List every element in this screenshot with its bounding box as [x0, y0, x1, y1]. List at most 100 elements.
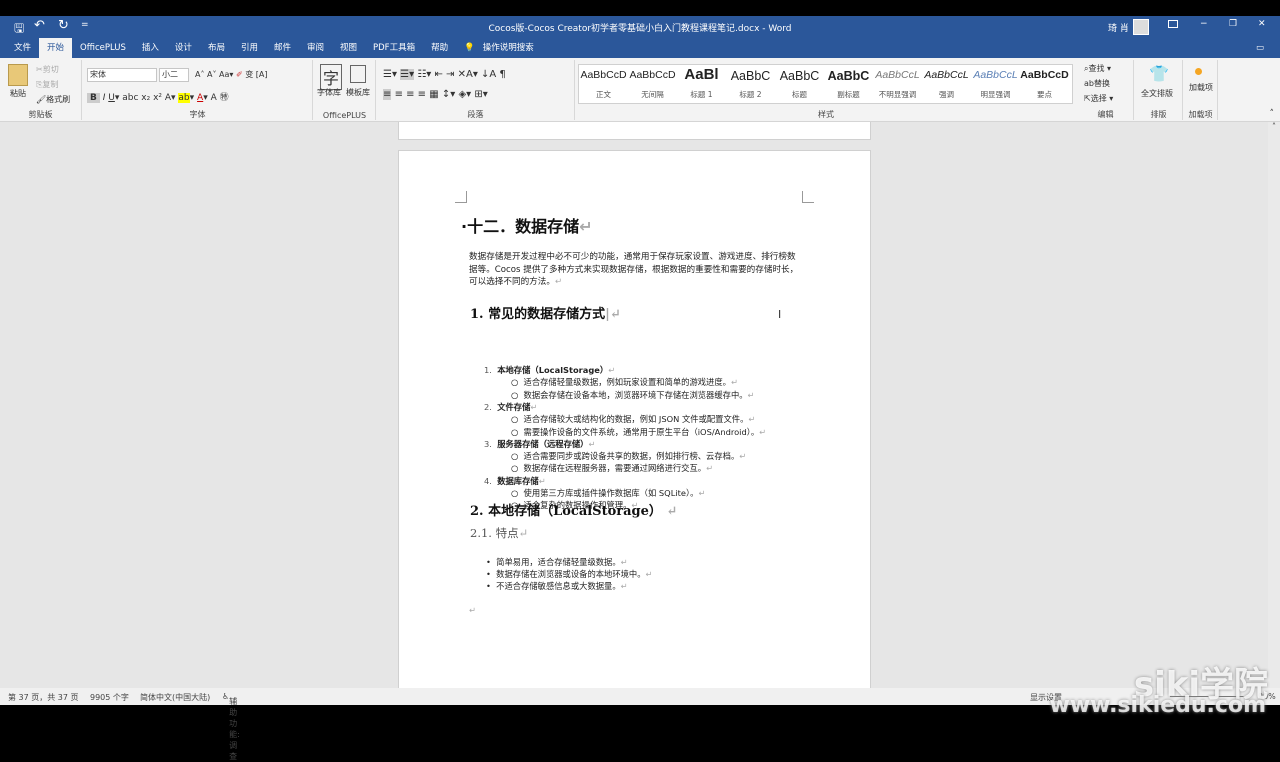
- language[interactable]: 简体中文(中国大陆): [140, 692, 210, 703]
- alignment-buttons[interactable]: ≡ ≡ ≡ ≡ ▦ ↕▾ ◈▾ ⊞▾: [383, 89, 488, 100]
- heading-local-storage: 2. 本地存储（LocalStorage） ↵: [470, 504, 678, 519]
- tab-view[interactable]: 视图: [332, 38, 365, 58]
- intro-paragraph: 数据存储是开发过程中必不可少的功能，通常用于保存玩家设置、游戏进度、排行榜数据等…: [469, 252, 799, 287]
- scissors-icon: ✂: [36, 65, 43, 74]
- select-label: 选择: [1090, 94, 1107, 103]
- replace-button[interactable]: ab替换: [1084, 78, 1110, 89]
- maximize-button[interactable]: ❐: [1229, 19, 1237, 29]
- avatar[interactable]: [1133, 19, 1149, 35]
- page-count[interactable]: 第 37 页，共 37 页: [8, 692, 79, 703]
- vertical-scrollbar[interactable]: ˄: [1268, 122, 1280, 688]
- style-sample: AaBbCcL: [875, 69, 920, 81]
- tab-layout[interactable]: 布局: [200, 38, 233, 58]
- style-subtitle[interactable]: AaBbC 副标题: [824, 65, 873, 103]
- template-icon[interactable]: [350, 65, 366, 83]
- style-name: 强调: [939, 90, 954, 99]
- close-button[interactable]: ✕: [1258, 19, 1266, 29]
- previous-page: [398, 122, 871, 140]
- style-emphasis[interactable]: AaBbCcL 强调: [922, 65, 971, 103]
- sub-item-text: 使用第三方库或插件操作数据库（如 SQLite）。: [523, 488, 699, 498]
- tab-design[interactable]: 设计: [167, 38, 200, 58]
- style-name: 明显强调: [980, 90, 1011, 99]
- style-title[interactable]: AaBbC 标题: [775, 65, 824, 103]
- shirt-icon[interactable]: 👕: [1149, 64, 1169, 83]
- full-layout-button[interactable]: 全文排版: [1141, 88, 1173, 99]
- style-intense-emphasis[interactable]: AaBbCcL 明显强调: [971, 65, 1020, 103]
- style-heading-2[interactable]: AaBbC 标题 2: [726, 65, 775, 103]
- list-title: 本地存储（LocalStorage）: [497, 365, 609, 375]
- word-count[interactable]: 9905 个字: [90, 692, 129, 703]
- heading-text: 2.1. 特点: [470, 526, 519, 540]
- style-sample: AaBbCcL: [973, 69, 1018, 81]
- tab-review[interactable]: 审阅: [299, 38, 332, 58]
- addins-group: 加载项 加载项: [1184, 60, 1218, 120]
- style-no-spacing[interactable]: AaBbCcD 无间隔: [628, 65, 677, 103]
- style-sample: AaBbCcD: [580, 69, 627, 81]
- list-number: 2.: [484, 401, 492, 412]
- minimize-button[interactable]: −: [1200, 19, 1208, 29]
- sub-item-text: 适合需要同步或跨设备共享的数据，例如排行榜、云存档。: [523, 451, 740, 462]
- template-library-button[interactable]: 模板库: [346, 87, 370, 98]
- style-sample: AaBbC: [779, 69, 820, 83]
- find-button[interactable]: ⌕查找 ▾: [1084, 63, 1111, 74]
- feature-text: 不适合存储敏感信息或大数据量。: [496, 581, 621, 591]
- comments-icon[interactable]: ▭: [1248, 38, 1272, 58]
- document-page[interactable]: ·十二．数据存储↵ 数据存储是开发过程中必不可少的功能，通常用于保存玩家设置、游…: [398, 150, 871, 688]
- paste-button[interactable]: 粘贴: [10, 88, 26, 99]
- style-sample: AaBbC: [827, 69, 870, 83]
- tab-mailings[interactable]: 邮件: [266, 38, 299, 58]
- text-cursor-icon: I: [778, 308, 782, 321]
- watermark-url: www.sikiedu.com: [1049, 693, 1267, 718]
- list-title: 数据库存储: [497, 475, 539, 486]
- paragraph-label: 段落: [467, 110, 484, 119]
- heading-text: 1. 常见的数据存储方式: [470, 307, 606, 322]
- title-bar: 🖫 ↶ ↻ = Cocos版-Cocos Creator初学者零基础小白入门教程…: [0, 16, 1280, 38]
- copy-label: 复制: [42, 80, 59, 89]
- list-number: 3.: [484, 438, 492, 449]
- style-strong[interactable]: AaBbCcD 要点: [1020, 65, 1069, 103]
- tab-home[interactable]: 开始: [39, 38, 73, 58]
- user-name[interactable]: 琦 肖: [1108, 21, 1129, 34]
- font-format-buttons[interactable]: B I U▾ abc x₂ x² A▾ ab▾ A▾ A ㊕: [87, 90, 229, 103]
- tab-help[interactable]: 帮助: [423, 38, 456, 58]
- copy-button[interactable]: ⎘复制: [36, 79, 58, 90]
- style-heading-1[interactable]: AaBl 标题 1: [677, 65, 726, 103]
- tab-pdf-tools[interactable]: PDF工具箱: [365, 38, 423, 58]
- cut-button[interactable]: ✂剪切: [36, 64, 59, 75]
- accessibility-status[interactable]: ♿ 辅助功能: 调查: [222, 692, 240, 761]
- addin-icon[interactable]: [1195, 68, 1202, 75]
- brush-icon: 🖌: [36, 95, 47, 104]
- paste-icon[interactable]: [8, 64, 28, 86]
- sub-list-item: ○ 适合需要同步或跨设备共享的数据，例如排行榜、云存档。↵: [511, 451, 747, 462]
- style-normal[interactable]: AaBbCcD 正文: [579, 65, 628, 103]
- styles-label: 样式: [818, 110, 834, 119]
- sub-list-item: ○ 数据会存储在设备本地，浏览器环境下存储在浏览器缓存中。↵: [511, 389, 755, 400]
- font-grow-shrink-buttons[interactable]: A˄ A˅ Aa▾ ✐ 变 [A]: [195, 69, 267, 80]
- format-painter-button[interactable]: 🖌格式刷: [36, 94, 70, 105]
- list-buttons[interactable]: ☰▾ ☰▾ ☷▾ ⇤ ⇥ ✕A▾ ↓A ¶: [383, 69, 506, 80]
- collapse-ribbon-icon[interactable]: ˄: [1270, 109, 1275, 119]
- editing-label: 编辑: [1097, 110, 1114, 119]
- lightbulb-icon: 💡: [464, 43, 475, 53]
- tell-me-search[interactable]: 操作说明搜索: [483, 38, 542, 58]
- tab-officeplus[interactable]: OfficePLUS: [72, 38, 134, 58]
- select-button[interactable]: ⇱选择 ▾: [1084, 93, 1113, 104]
- officeplus-group: 字 字体库 模板库 OfficePLUS: [314, 60, 376, 120]
- style-sample: AaBbCcD: [629, 69, 676, 81]
- font-size-select[interactable]: 小二: [159, 68, 189, 82]
- sub-list-item: ○ 适合存储较大或结构化的数据，例如 JSON 文件或配置文件。↵: [511, 414, 756, 425]
- heading-text: 2. 本地存储（LocalStorage）: [470, 504, 662, 519]
- style-subtle-emphasis[interactable]: AaBbCcL 不明显强调: [873, 65, 922, 103]
- list-number: 4.: [484, 475, 492, 486]
- tab-insert[interactable]: 插入: [134, 38, 167, 58]
- list-item: 1. 本地存储（LocalStorage）↵: [484, 365, 616, 375]
- tab-file[interactable]: 文件: [6, 38, 39, 58]
- font-name-select[interactable]: 宋体: [87, 68, 157, 82]
- list-number: 1.: [484, 365, 492, 375]
- ribbon-display-icon[interactable]: [1168, 20, 1178, 28]
- tab-references[interactable]: 引用: [233, 38, 266, 58]
- font-library-button[interactable]: 字体库: [317, 87, 341, 98]
- list-item: 4. 数据库存储↵: [484, 475, 546, 486]
- clipboard-label: 剪贴板: [28, 110, 53, 119]
- addins-button[interactable]: 加载项: [1188, 82, 1214, 93]
